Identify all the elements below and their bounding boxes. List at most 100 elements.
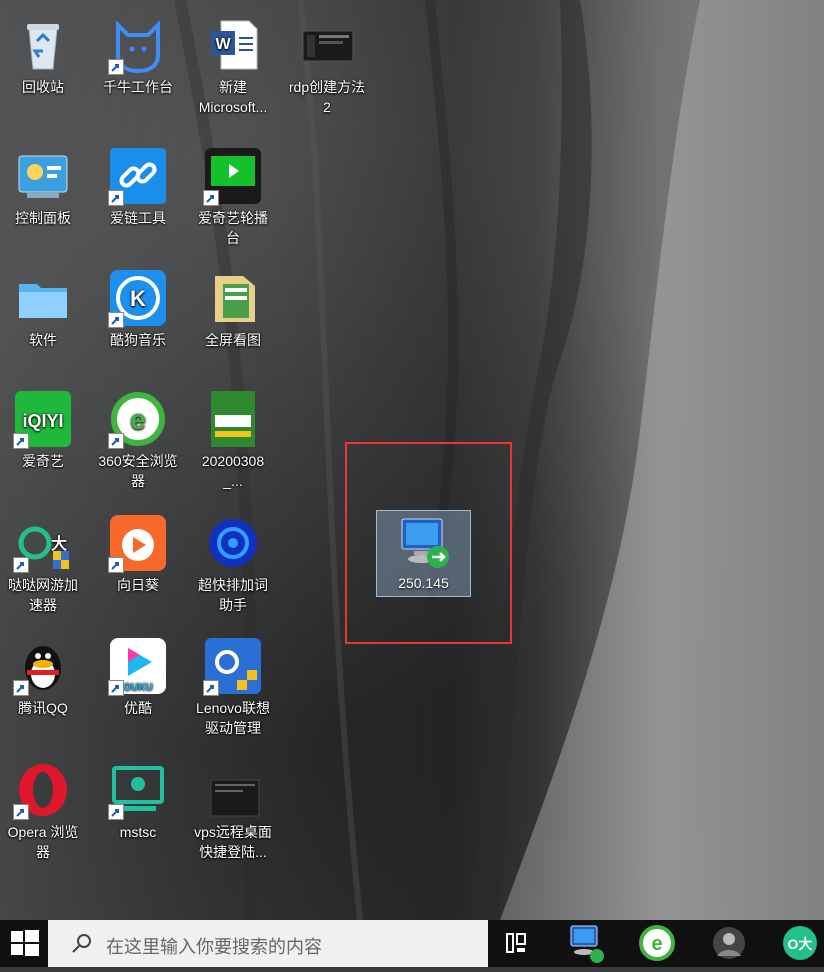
icon-label: 酷狗音乐 — [110, 332, 166, 348]
shortcut-arrow-icon — [108, 433, 124, 449]
taskbar-dada[interactable]: O大 — [776, 920, 824, 967]
taskbar-360-browser[interactable]: e — [633, 920, 681, 967]
desktop-icon-qianniu[interactable]: 千牛工作台 — [98, 15, 178, 97]
taskbar-remote-desktop[interactable] — [561, 920, 609, 967]
opera-icon — [13, 760, 73, 820]
chaokuaipai-icon — [203, 513, 263, 573]
shortcut-arrow-icon — [108, 190, 124, 206]
taskbar: 在这里输入你要搜索的内容 e O大 — [0, 920, 824, 967]
iqiyi-carousel-icon — [203, 146, 263, 206]
icon-label: rdp创建方法 2 — [288, 79, 366, 115]
shortcut-arrow-icon — [203, 680, 219, 696]
icon-label: Lenovo联想 驱动管理 — [196, 700, 270, 736]
desktop-icon-qq[interactable]: 腾讯QQ — [3, 636, 83, 718]
shortcut-arrow-icon — [108, 59, 124, 75]
lenovo-driver-icon — [203, 636, 263, 696]
desktop-icon-sunflower[interactable]: 向日葵 — [98, 513, 178, 595]
desktop-icon-mstsc[interactable]: mstsc — [98, 760, 178, 842]
start-button[interactable] — [0, 920, 48, 967]
shortcut-arrow-icon — [108, 680, 124, 696]
desktop-icon-lenovo-driver[interactable]: Lenovo联想 驱动管理 — [193, 636, 273, 738]
qianniu-icon — [108, 15, 168, 75]
folder-icon — [13, 268, 73, 328]
taskbar-avatar-app[interactable] — [705, 920, 753, 967]
dada-icon: O大 — [783, 926, 817, 960]
shortcut-arrow-icon — [108, 557, 124, 573]
icon-label: 千牛工作台 — [103, 79, 173, 95]
desktop-icon-word-doc[interactable]: W 新建 Microsoft... — [193, 15, 273, 117]
shortcut-arrow-icon — [203, 190, 219, 206]
icon-label: 控制面板 — [15, 210, 71, 226]
icon-label: 回收站 — [22, 79, 64, 95]
desktop-icon-360-browser[interactable]: e 360安全浏览 器 — [98, 389, 178, 491]
icon-label: 爱奇艺轮播 台 — [198, 210, 268, 246]
mstsc-icon — [108, 760, 168, 820]
desktop-icon-remote-250[interactable]: 250.145 — [376, 510, 471, 597]
desktop-icon-vps-shortcut[interactable]: vps远程桌面 快捷登陆... — [193, 760, 273, 862]
icon-label: 哒哒网游加 速器 — [8, 577, 78, 613]
icon-label: 360安全浏览 器 — [98, 453, 178, 489]
svg-text:W: W — [215, 36, 231, 53]
remote-desktop-icon — [570, 925, 604, 963]
desktop-icon-youku[interactable]: OUKU 优酷 — [98, 636, 178, 718]
shortcut-arrow-icon — [13, 804, 29, 820]
desktop-icon-iqiyi[interactable]: iQIYI 爱奇艺 — [3, 389, 83, 471]
windows-icon — [11, 930, 39, 956]
desktop-icon-dada-accelerator[interactable]: 大 哒哒网游加 速器 — [3, 513, 83, 615]
dark-file-icon — [203, 760, 263, 820]
sunflower-icon — [108, 513, 168, 573]
shortcut-arrow-icon — [108, 804, 124, 820]
shortcut-arrow-icon — [108, 312, 124, 328]
svg-text:OUKU: OUKU — [123, 682, 152, 693]
recycle-bin-icon — [13, 15, 73, 75]
svg-text:e: e — [651, 933, 662, 955]
icon-label: 向日葵 — [117, 577, 159, 593]
icon-label: 优酷 — [124, 700, 152, 716]
icon-label: 全屏看图 — [205, 332, 261, 348]
control-panel-icon — [13, 146, 73, 206]
shortcut-arrow-icon — [13, 557, 29, 573]
svg-text:iQIYI: iQIYI — [22, 411, 63, 431]
icon-label: 爱链工具 — [110, 210, 166, 226]
desktop-icon-control-panel[interactable]: 控制面板 — [3, 146, 83, 228]
desktop-icon-image-viewer[interactable]: 全屏看图 — [193, 268, 273, 350]
qq-penguin-icon — [13, 636, 73, 696]
desktop-icon-recycle-bin[interactable]: 回收站 — [3, 15, 83, 97]
svg-text:K: K — [130, 286, 146, 311]
svg-text:大: 大 — [51, 534, 67, 553]
browser-360-icon: e — [639, 925, 675, 961]
desktop-icon-rdp-method[interactable]: rdp创建方法 2 — [287, 15, 367, 117]
icon-label: 超快排加词 助手 — [198, 577, 268, 613]
youku-icon: OUKU — [108, 636, 168, 696]
desktop-icon-kugou[interactable]: K 酷狗音乐 — [98, 268, 178, 350]
icon-label: 250.145 — [398, 575, 449, 591]
desktop-icon-software-folder[interactable]: 软件 — [3, 268, 83, 350]
kugou-icon: K — [108, 268, 168, 328]
desktop-icon-link-tool[interactable]: 爱链工具 — [98, 146, 178, 228]
icon-label: 新建 Microsoft... — [198, 79, 268, 115]
shortcut-arrow-icon — [13, 433, 29, 449]
desktop-icon-chaokuaipai[interactable]: 超快排加词 助手 — [193, 513, 273, 615]
task-view-button[interactable] — [493, 920, 541, 967]
taskbar-search-box[interactable]: 在这里输入你要搜索的内容 — [48, 920, 488, 967]
icon-label: 爱奇艺 — [22, 453, 64, 469]
browser-360-icon: e — [108, 389, 168, 449]
icon-label: mstsc — [119, 824, 157, 840]
image-file-icon — [203, 389, 263, 449]
avatar-icon — [713, 927, 745, 959]
desktop-icon-opera[interactable]: Opera 浏览 器 — [3, 760, 83, 862]
iqiyi-icon: iQIYI — [13, 389, 73, 449]
icon-label: 软件 — [29, 332, 57, 348]
link-tool-icon — [108, 146, 168, 206]
dada-accelerator-icon: 大 — [13, 513, 73, 573]
icon-label: 腾讯QQ — [18, 700, 68, 716]
search-icon — [72, 934, 91, 953]
word-doc-icon: W — [203, 15, 263, 75]
task-view-icon — [506, 933, 526, 953]
icon-label: Opera 浏览 器 — [7, 824, 79, 860]
icon-label: vps远程桌面 快捷登陆... — [194, 824, 272, 860]
svg-text:e: e — [130, 404, 146, 435]
desktop-icon-image-file[interactable]: 20200308_... — [193, 389, 273, 491]
desktop-icon-iqiyi-carousel[interactable]: 爱奇艺轮播 台 — [193, 146, 273, 248]
image-viewer-icon — [203, 268, 263, 328]
